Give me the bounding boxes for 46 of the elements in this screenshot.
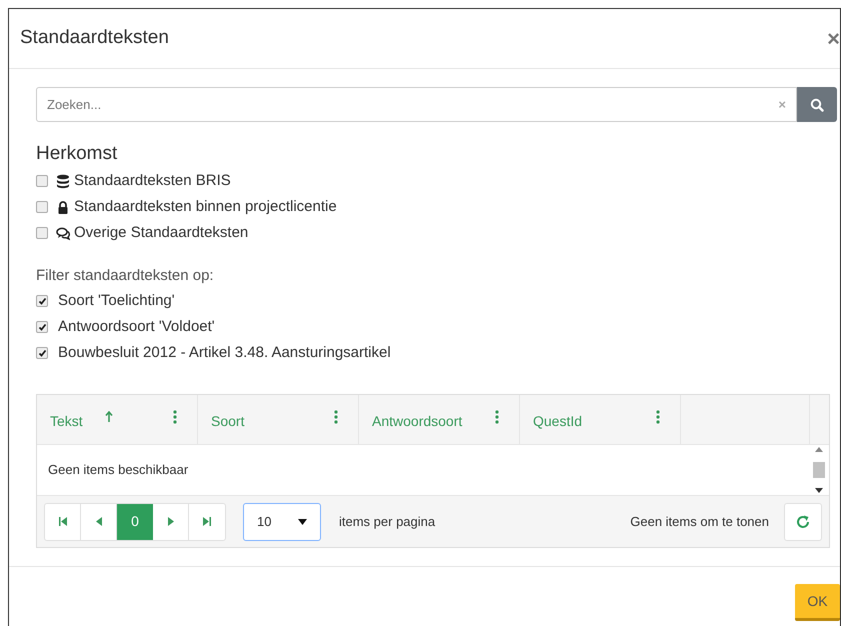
section-heading: Herkomst [36,142,118,166]
dialog-title: Standaardteksten [20,26,169,50]
ok-button[interactable]: OK [795,584,840,621]
clear-button[interactable]: × [778,94,786,114]
lock-icon [56,200,70,214]
column-menu-icon[interactable] [173,410,177,424]
checkbox[interactable] [36,295,48,307]
next-icon [168,517,174,526]
column-header[interactable]: Antwoordsoort [372,411,462,432]
checkbox-label: Soort 'Toelichting' [58,290,175,311]
checkbox-label: Standaardteksten BRIS [74,170,231,191]
column-header[interactable]: Tekst [50,411,83,432]
refresh-icon [795,514,811,530]
filter-heading: Filter standaardteksten op: [36,266,215,286]
empty-message: Geen items beschikbaar [47,461,190,480]
page-size-dropdown[interactable]: 10 [243,502,321,540]
checkbox[interactable] [36,347,48,359]
pager-info: Geen items om te tonen [630,512,769,531]
page-button[interactable]: 0 [117,504,153,540]
page-size-label: items per pagina [339,512,436,531]
checkbox-label: Standaardteksten binnen projectlicentie [74,196,337,217]
caret-icon [298,518,307,524]
scroll-down-icon[interactable] [815,488,823,493]
search-button[interactable] [797,87,837,122]
column-menu-icon[interactable] [334,410,338,424]
checkbox[interactable] [36,175,48,187]
close-button[interactable]: × [827,28,840,50]
previous-icon [96,517,102,526]
checkbox-label: Overige Standaardteksten [74,222,248,243]
checkbox[interactable] [36,227,48,239]
database-icon [56,174,70,188]
checkbox-label: Antwoordsoort 'Voldoet' [58,316,215,337]
column-menu-icon[interactable] [495,410,499,424]
refresh-button[interactable] [784,502,822,540]
search-icon [810,98,824,112]
scroll-up-icon[interactable] [815,447,823,452]
checkbox[interactable] [36,321,48,333]
first-page-icon [58,517,66,526]
column-header[interactable]: QuestId [533,411,582,432]
search-field[interactable]: Zoeken... × [36,87,797,122]
chat-bubbles-icon [56,226,70,240]
column-menu-icon[interactable] [656,410,660,424]
last-page-icon [203,517,211,526]
column-header[interactable]: Soort [211,411,244,432]
checkbox[interactable] [36,201,48,213]
checkbox-label: Bouwbesluit 2012 - Artikel 3.48. Aansturingsartikel [58,342,391,363]
